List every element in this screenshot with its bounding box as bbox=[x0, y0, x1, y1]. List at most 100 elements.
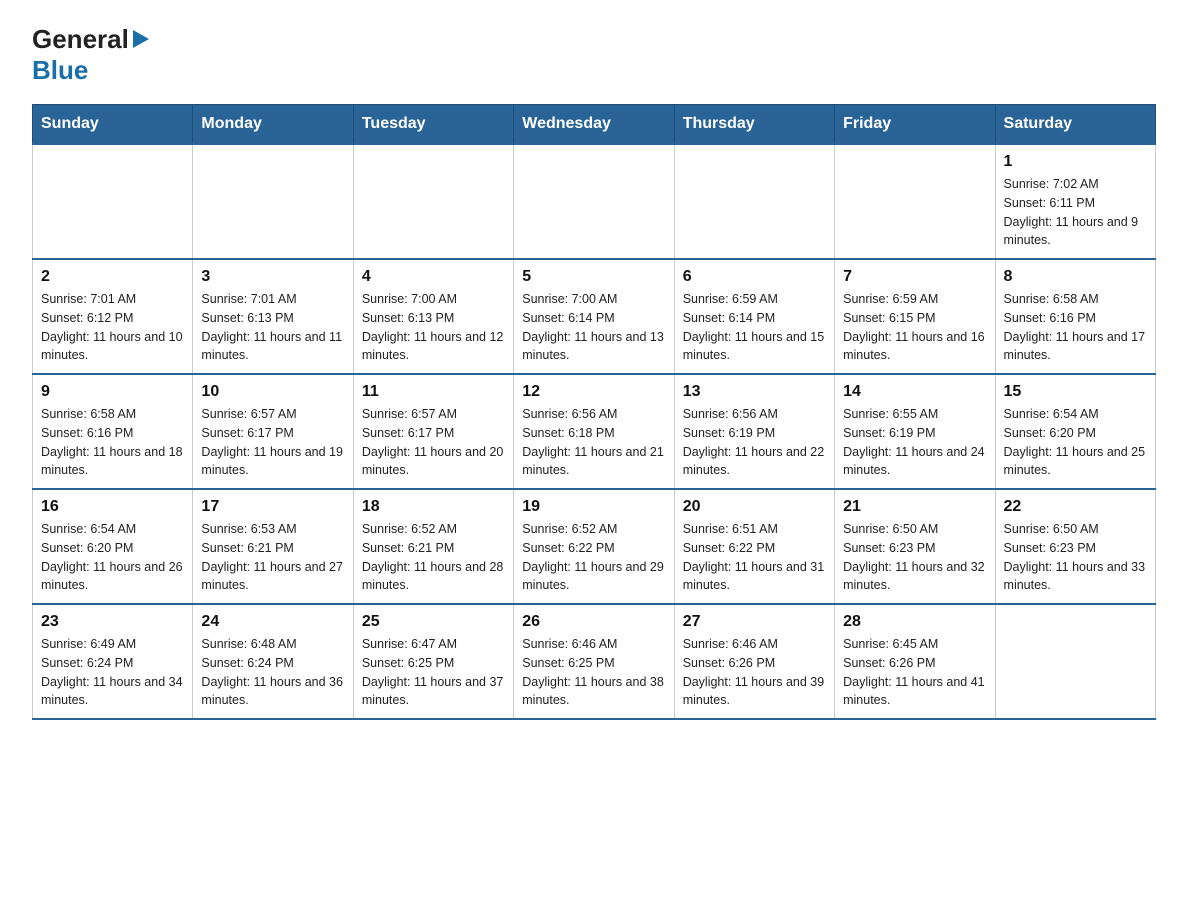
calendar-cell: 28Sunrise: 6:45 AMSunset: 6:26 PMDayligh… bbox=[835, 604, 995, 719]
calendar-cell: 12 Sunrise: 6:56 AMSunset: 6:18 PMDayligh… bbox=[514, 374, 674, 489]
page-header: General Blue bbox=[32, 24, 1156, 86]
day-info: Sunrise: 7:00 AMSunset: 6:13 PMDaylight:… bbox=[362, 290, 505, 365]
calendar-cell: 26Sunrise: 6:46 AMSunset: 6:25 PMDayligh… bbox=[514, 604, 674, 719]
calendar-table: SundayMondayTuesdayWednesdayThursdayFrid… bbox=[32, 104, 1156, 720]
day-info: Sunrise: 6:59 AMSunset: 6:14 PMDaylight:… bbox=[683, 290, 826, 365]
day-number: 25 bbox=[362, 613, 505, 631]
day-info: Sunrise: 6:51 AMSunset: 6:22 PMDaylight:… bbox=[683, 520, 826, 595]
day-number: 22 bbox=[1004, 498, 1147, 516]
calendar-week-row: 16 Sunrise: 6:54 AMSunset: 6:20 PMDayligh… bbox=[33, 489, 1156, 604]
day-info: Sunrise: 7:02 AMSunset: 6:11 PMDaylight:… bbox=[1004, 175, 1147, 250]
calendar-cell: 2 Sunrise: 7:01 AMSunset: 6:12 PMDaylight… bbox=[33, 259, 193, 374]
day-info: Sunrise: 6:59 AMSunset: 6:15 PMDaylight:… bbox=[843, 290, 986, 365]
calendar-cell: 14 Sunrise: 6:55 AMSunset: 6:19 PMDayligh… bbox=[835, 374, 995, 489]
day-info: Sunrise: 6:55 AMSunset: 6:19 PMDaylight:… bbox=[843, 405, 986, 480]
calendar-weekday-friday: Friday bbox=[835, 105, 995, 145]
calendar-cell bbox=[514, 144, 674, 259]
calendar-cell: 23 Sunrise: 6:49 AMSunset: 6:24 PMDayligh… bbox=[33, 604, 193, 719]
calendar-cell: 7 Sunrise: 6:59 AMSunset: 6:15 PMDaylight… bbox=[835, 259, 995, 374]
calendar-cell bbox=[33, 144, 193, 259]
day-info: Sunrise: 6:56 AMSunset: 6:18 PMDaylight:… bbox=[522, 405, 665, 480]
day-number: 1 bbox=[1004, 153, 1147, 171]
day-number: 27 bbox=[683, 613, 826, 631]
calendar-cell: 22 Sunrise: 6:50 AMSunset: 6:23 PMDayligh… bbox=[995, 489, 1155, 604]
day-number: 11 bbox=[362, 383, 505, 401]
day-info: Sunrise: 6:46 AMSunset: 6:26 PMDaylight:… bbox=[683, 635, 826, 710]
logo-blue-text: Blue bbox=[32, 55, 88, 85]
day-info: Sunrise: 6:47 AMSunset: 6:25 PMDaylight:… bbox=[362, 635, 505, 710]
day-number: 10 bbox=[201, 383, 344, 401]
day-number: 20 bbox=[683, 498, 826, 516]
day-number: 2 bbox=[41, 268, 184, 286]
day-number: 15 bbox=[1004, 383, 1147, 401]
day-number: 13 bbox=[683, 383, 826, 401]
calendar-cell bbox=[193, 144, 353, 259]
calendar-cell: 6 Sunrise: 6:59 AMSunset: 6:14 PMDaylight… bbox=[674, 259, 834, 374]
day-number: 5 bbox=[522, 268, 665, 286]
day-info: Sunrise: 6:54 AMSunset: 6:20 PMDaylight:… bbox=[1004, 405, 1147, 480]
day-number: 7 bbox=[843, 268, 986, 286]
calendar-cell: 25 Sunrise: 6:47 AMSunset: 6:25 PMDayligh… bbox=[353, 604, 513, 719]
day-info: Sunrise: 7:01 AMSunset: 6:12 PMDaylight:… bbox=[41, 290, 184, 365]
logo-triangle-icon bbox=[133, 30, 149, 48]
calendar-cell bbox=[835, 144, 995, 259]
calendar-cell: 18Sunrise: 6:52 AMSunset: 6:21 PMDayligh… bbox=[353, 489, 513, 604]
day-info: Sunrise: 6:48 AMSunset: 6:24 PMDaylight:… bbox=[201, 635, 344, 710]
calendar-cell: 8 Sunrise: 6:58 AMSunset: 6:16 PMDaylight… bbox=[995, 259, 1155, 374]
calendar-cell: 17 Sunrise: 6:53 AMSunset: 6:21 PMDayligh… bbox=[193, 489, 353, 604]
day-info: Sunrise: 6:58 AMSunset: 6:16 PMDaylight:… bbox=[1004, 290, 1147, 365]
calendar-cell: 5 Sunrise: 7:00 AMSunset: 6:14 PMDaylight… bbox=[514, 259, 674, 374]
calendar-cell: 19Sunrise: 6:52 AMSunset: 6:22 PMDayligh… bbox=[514, 489, 674, 604]
day-number: 19 bbox=[522, 498, 665, 516]
calendar-header-row: SundayMondayTuesdayWednesdayThursdayFrid… bbox=[33, 105, 1156, 145]
calendar-week-row: 1 Sunrise: 7:02 AMSunset: 6:11 PMDaylight… bbox=[33, 144, 1156, 259]
day-info: Sunrise: 6:50 AMSunset: 6:23 PMDaylight:… bbox=[843, 520, 986, 595]
day-number: 14 bbox=[843, 383, 986, 401]
day-number: 21 bbox=[843, 498, 986, 516]
calendar-weekday-thursday: Thursday bbox=[674, 105, 834, 145]
calendar-weekday-tuesday: Tuesday bbox=[353, 105, 513, 145]
day-info: Sunrise: 6:53 AMSunset: 6:21 PMDaylight:… bbox=[201, 520, 344, 595]
calendar-cell: 1 Sunrise: 7:02 AMSunset: 6:11 PMDaylight… bbox=[995, 144, 1155, 259]
calendar-cell: 3 Sunrise: 7:01 AMSunset: 6:13 PMDaylight… bbox=[193, 259, 353, 374]
day-info: Sunrise: 6:57 AMSunset: 6:17 PMDaylight:… bbox=[201, 405, 344, 480]
calendar-weekday-monday: Monday bbox=[193, 105, 353, 145]
day-info: Sunrise: 6:49 AMSunset: 6:24 PMDaylight:… bbox=[41, 635, 184, 710]
day-number: 17 bbox=[201, 498, 344, 516]
day-info: Sunrise: 7:00 AMSunset: 6:14 PMDaylight:… bbox=[522, 290, 665, 365]
calendar-cell: 10 Sunrise: 6:57 AMSunset: 6:17 PMDayligh… bbox=[193, 374, 353, 489]
day-info: Sunrise: 7:01 AMSunset: 6:13 PMDaylight:… bbox=[201, 290, 344, 365]
day-info: Sunrise: 6:57 AMSunset: 6:17 PMDaylight:… bbox=[362, 405, 505, 480]
day-number: 26 bbox=[522, 613, 665, 631]
day-number: 16 bbox=[41, 498, 184, 516]
day-info: Sunrise: 6:50 AMSunset: 6:23 PMDaylight:… bbox=[1004, 520, 1147, 595]
logo: General Blue bbox=[32, 24, 149, 86]
logo-general-text: General bbox=[32, 24, 129, 55]
day-number: 3 bbox=[201, 268, 344, 286]
day-number: 12 bbox=[522, 383, 665, 401]
day-number: 9 bbox=[41, 383, 184, 401]
calendar-cell: 27 Sunrise: 6:46 AMSunset: 6:26 PMDayligh… bbox=[674, 604, 834, 719]
calendar-weekday-saturday: Saturday bbox=[995, 105, 1155, 145]
calendar-cell: 24 Sunrise: 6:48 AMSunset: 6:24 PMDayligh… bbox=[193, 604, 353, 719]
calendar-cell: 4 Sunrise: 7:00 AMSunset: 6:13 PMDaylight… bbox=[353, 259, 513, 374]
day-info: Sunrise: 6:45 AMSunset: 6:26 PMDaylight:… bbox=[843, 635, 986, 710]
day-number: 23 bbox=[41, 613, 184, 631]
day-number: 8 bbox=[1004, 268, 1147, 286]
calendar-weekday-sunday: Sunday bbox=[33, 105, 193, 145]
day-info: Sunrise: 6:52 AMSunset: 6:21 PMDaylight:… bbox=[362, 520, 505, 595]
calendar-cell: 11 Sunrise: 6:57 AMSunset: 6:17 PMDayligh… bbox=[353, 374, 513, 489]
calendar-cell: 16 Sunrise: 6:54 AMSunset: 6:20 PMDayligh… bbox=[33, 489, 193, 604]
calendar-weekday-wednesday: Wednesday bbox=[514, 105, 674, 145]
day-info: Sunrise: 6:54 AMSunset: 6:20 PMDaylight:… bbox=[41, 520, 184, 595]
calendar-cell bbox=[674, 144, 834, 259]
day-number: 24 bbox=[201, 613, 344, 631]
calendar-cell: 21 Sunrise: 6:50 AMSunset: 6:23 PMDayligh… bbox=[835, 489, 995, 604]
calendar-week-row: 23 Sunrise: 6:49 AMSunset: 6:24 PMDayligh… bbox=[33, 604, 1156, 719]
calendar-week-row: 9Sunrise: 6:58 AMSunset: 6:16 PMDaylight… bbox=[33, 374, 1156, 489]
day-number: 4 bbox=[362, 268, 505, 286]
day-info: Sunrise: 6:56 AMSunset: 6:19 PMDaylight:… bbox=[683, 405, 826, 480]
calendar-cell: 13 Sunrise: 6:56 AMSunset: 6:19 PMDayligh… bbox=[674, 374, 834, 489]
day-number: 6 bbox=[683, 268, 826, 286]
calendar-week-row: 2 Sunrise: 7:01 AMSunset: 6:12 PMDaylight… bbox=[33, 259, 1156, 374]
